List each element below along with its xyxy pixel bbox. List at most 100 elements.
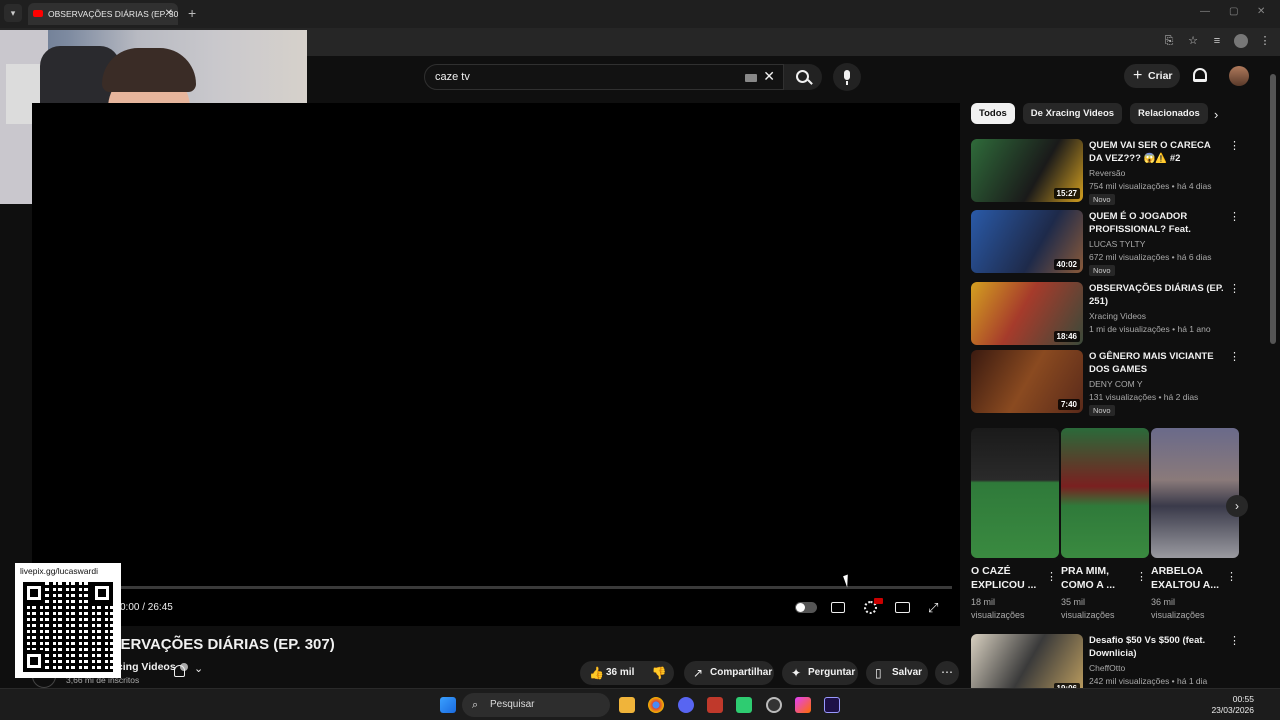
chip-todos[interactable]: Todos: [971, 103, 1015, 124]
save-button[interactable]: ▯ Salvar: [866, 661, 928, 685]
screen: ▾ OBSERVAÇÕES DIÁRIAS (EP. 307) ✕ + — ▢ …: [0, 0, 1280, 720]
recommendation-meta: 242 mil visualizações • há 1 dia: [1089, 676, 1208, 686]
bookmark-star-icon[interactable]: ☆: [1186, 34, 1200, 48]
recommendation-item[interactable]: 7:40 O GÊNERO MAIS VICIANTE DOS GAMES DE…: [971, 350, 1241, 416]
short-views: 36 mil visualizações: [1151, 597, 1205, 620]
scrollbar-thumb[interactable]: [1270, 74, 1276, 344]
video-thumbnail[interactable]: 40:02: [971, 210, 1083, 273]
window-close-icon[interactable]: ✕: [1257, 6, 1265, 17]
progress-bar[interactable]: [32, 586, 952, 589]
short-item[interactable]: ARBELOA EXALTOU A... 36 mil visualizaçõe…: [1151, 428, 1239, 622]
account-avatar[interactable]: [1229, 66, 1249, 86]
autoplay-toggle[interactable]: [795, 602, 817, 613]
recommendation-item[interactable]: 15:27 QUEM VAI SER O CARECA DA VEZ??? 😱⚠…: [971, 139, 1241, 205]
more-options-icon[interactable]: ⋮: [1229, 210, 1240, 223]
recommendation-meta: 672 mil visualizações • há 6 dias: [1089, 252, 1212, 262]
chrome-icon[interactable]: [648, 697, 664, 713]
short-thumbnail[interactable]: [971, 428, 1059, 558]
recommendation-channel[interactable]: LUCAS TYLTY: [1089, 239, 1145, 249]
short-title[interactable]: ARBELOA EXALTOU A...: [1151, 564, 1223, 592]
create-button[interactable]: + Criar: [1124, 64, 1180, 88]
shorts-next-icon[interactable]: ›: [1226, 495, 1248, 517]
filter-chips: Todos De Xracing Videos Relacionados: [971, 103, 1208, 125]
short-title[interactable]: O CAZÉ EXPLICOU ...: [971, 564, 1043, 592]
browser-tab[interactable]: OBSERVAÇÕES DIÁRIAS (EP. 307) ✕: [28, 3, 178, 25]
recommendation-item[interactable]: 40:02 QUEM É O JOGADOR PROFISSIONAL? Fea…: [971, 210, 1241, 276]
new-tab-button[interactable]: +: [188, 5, 196, 21]
search-box[interactable]: caze tv ✕: [424, 64, 784, 90]
recommendation-item[interactable]: 18:46 OBSERVAÇÕES DIÁRIAS (EP. 251) Xrac…: [971, 282, 1241, 346]
recommendation-meta: 1 mi de visualizações • há 1 ano: [1089, 324, 1211, 334]
thumbs-down-icon: 👎: [651, 666, 667, 680]
minimize-icon[interactable]: —: [1200, 6, 1210, 17]
recommendation-title[interactable]: OBSERVAÇÕES DIÁRIAS (EP. 251): [1089, 282, 1225, 308]
notifications-bell-icon[interactable]: [1193, 68, 1207, 82]
more-options-icon[interactable]: ⋮: [1229, 350, 1240, 363]
search-button[interactable]: [784, 64, 822, 90]
video-player[interactable]: [32, 103, 960, 626]
recommendation-channel[interactable]: Xracing Videos: [1089, 311, 1146, 321]
duration-badge: 7:40: [1057, 399, 1080, 410]
video-thumbnail[interactable]: 18:46: [971, 282, 1083, 345]
short-thumbnail[interactable]: [1061, 428, 1149, 558]
recommendation-title[interactable]: QUEM É O JOGADOR PROFISSIONAL? Feat. Fer…: [1089, 210, 1225, 237]
video-thumbnail[interactable]: 15:27: [971, 139, 1083, 202]
address-bar-icons: ⎘ ☆ ≡ ⋮: [1162, 34, 1272, 48]
fullscreen-icon[interactable]: ⤢: [928, 601, 941, 614]
more-options-icon[interactable]: ⋮: [1136, 570, 1147, 583]
search-input[interactable]: caze tv: [435, 71, 470, 83]
browser-menu-icon[interactable]: ⋮: [1258, 34, 1272, 48]
steam-icon[interactable]: [766, 697, 782, 713]
clear-search-icon[interactable]: ✕: [763, 68, 775, 85]
dislike-button[interactable]: 👎: [644, 661, 674, 685]
like-button[interactable]: 👍 36 mil: [580, 661, 644, 685]
profile-avatar-icon[interactable]: [1234, 34, 1248, 48]
media-control-icon[interactable]: ≡: [1210, 34, 1224, 48]
recommendation-channel[interactable]: Reversão: [1089, 168, 1125, 178]
keyboard-icon[interactable]: [745, 74, 757, 82]
chevron-right-icon[interactable]: ›: [1214, 107, 1218, 122]
short-title[interactable]: PRA MIM, COMO A ...: [1061, 564, 1133, 592]
recommendation-title[interactable]: QUEM VAI SER O CARECA DA VEZ??? 😱⚠️ #2: [1089, 139, 1225, 165]
recommendation-title[interactable]: O GÊNERO MAIS VICIANTE DOS GAMES: [1089, 350, 1225, 376]
bookmark-icon: ▯: [875, 666, 882, 680]
subtitles-icon[interactable]: [831, 602, 845, 613]
taskbar-clock[interactable]: 00:55 23/03/2026: [1211, 694, 1254, 716]
more-options-icon[interactable]: ⋮: [1229, 282, 1240, 295]
short-item[interactable]: PRA MIM, COMO A ... 35 mil visualizações…: [1061, 428, 1149, 622]
short-item[interactable]: O CAZÉ EXPLICOU ... 18 mil visualizações…: [971, 428, 1059, 622]
chip-related[interactable]: Relacionados: [1130, 103, 1208, 124]
app-icon[interactable]: [736, 697, 752, 713]
theater-mode-icon[interactable]: [895, 602, 910, 613]
chip-channel[interactable]: De Xracing Videos: [1022, 103, 1123, 124]
more-options-icon[interactable]: ⋮: [1229, 139, 1240, 152]
start-menu-icon[interactable]: [440, 697, 456, 713]
more-actions-button[interactable]: ⋯: [935, 661, 959, 685]
discord-icon[interactable]: [678, 697, 694, 713]
taskbar-search[interactable]: ⌕ Pesquisar: [462, 693, 610, 717]
app-icon[interactable]: [707, 697, 723, 713]
recommendation-channel[interactable]: DENY COM Y: [1089, 379, 1143, 389]
video-thumbnail[interactable]: 7:40: [971, 350, 1083, 413]
premiere-icon[interactable]: [824, 697, 840, 713]
qr-finder-top-left: [23, 582, 45, 604]
maximize-icon[interactable]: ▢: [1229, 6, 1238, 17]
short-thumbnail[interactable]: [1151, 428, 1239, 558]
tab-search-button[interactable]: ▾: [4, 4, 22, 22]
recommendation-title[interactable]: Desafio $50 Vs $500 (feat. Downlicia): [1089, 634, 1225, 660]
tab-close-icon[interactable]: ✕: [165, 3, 173, 25]
file-explorer-icon[interactable]: [619, 697, 635, 713]
ask-button[interactable]: ✦ Perguntar: [782, 661, 858, 685]
recommendation-channel[interactable]: CheffOtto: [1089, 663, 1125, 673]
plus-icon: +: [1133, 67, 1143, 84]
more-options-icon[interactable]: ⋮: [1046, 570, 1057, 583]
share-button[interactable]: ↗ Compartilhar: [684, 661, 774, 685]
more-options-icon[interactable]: ⋮: [1229, 634, 1240, 647]
more-options-icon[interactable]: ⋮: [1226, 570, 1237, 583]
subscription-bell-button[interactable]: ⌄: [166, 660, 216, 684]
short-views: 35 mil visualizações: [1061, 597, 1115, 620]
app-icon[interactable]: [795, 697, 811, 713]
install-app-icon[interactable]: ⎘: [1162, 34, 1176, 48]
voice-search-icon[interactable]: [833, 63, 861, 91]
page-scrollbar[interactable]: [1270, 60, 1276, 685]
